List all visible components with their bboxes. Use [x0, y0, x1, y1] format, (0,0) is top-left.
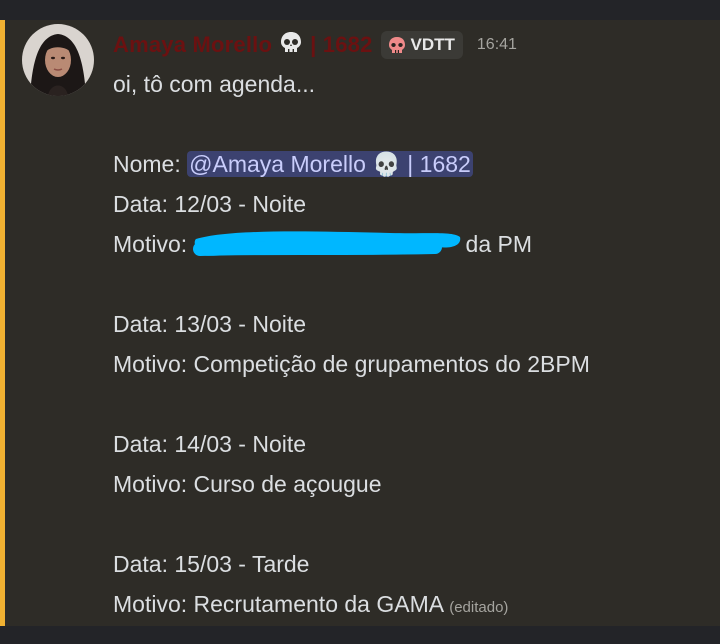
- avatar[interactable]: [22, 24, 94, 96]
- motivo-tail: da PM: [465, 231, 533, 257]
- username[interactable]: Amaya Morello: [113, 32, 272, 58]
- message-line: Motivo: Curso de açougue: [113, 471, 382, 497]
- motivo-label: Motivo:: [113, 231, 194, 257]
- message-line: Data: 15/03 - Tarde: [113, 551, 310, 577]
- message-line: Data: 14/03 - Noite: [113, 431, 307, 457]
- message-line: Data: 13/03 - Noite: [113, 311, 307, 337]
- edited-label[interactable]: (editado): [449, 599, 508, 616]
- message-line-motivo: Motivo: da PM: [113, 224, 703, 264]
- chat-message[interactable]: Amaya Morello | 1682 VDTT 16:41 oi, tô c…: [0, 20, 720, 626]
- guild-tag[interactable]: VDTT: [380, 31, 463, 59]
- nome-label: Nome:: [113, 151, 188, 177]
- top-bar: [0, 0, 720, 20]
- mention-highlight-bar: [0, 20, 5, 626]
- message-line: oi, tô com agenda...: [113, 71, 316, 97]
- message-line-last: Motivo: Recrutamento da GAMA (editado): [113, 584, 703, 624]
- pig-skull-icon: [388, 37, 405, 53]
- username-suffix[interactable]: | 1682: [310, 32, 372, 58]
- guild-tag-label: VDTT: [410, 35, 455, 54]
- message-content: oi, tô com agenda... Nome: @Amaya Morell…: [113, 64, 703, 624]
- message-line: Data: 12/03 - Noite: [113, 191, 307, 217]
- bottom-bar: [0, 626, 720, 644]
- timestamp[interactable]: 16:41: [477, 36, 517, 54]
- message-header: Amaya Morello | 1682 VDTT 16:41: [113, 28, 517, 62]
- user-mention[interactable]: @Amaya Morello 💀 | 1682: [187, 151, 473, 177]
- redaction-scribble: [192, 231, 466, 261]
- motivo-text: Motivo: Recrutamento da GAMA: [113, 591, 450, 617]
- skull-icon: [278, 30, 304, 61]
- message-line: Motivo: Competição de grupamentos do 2BP…: [113, 351, 590, 377]
- message-line-nome: Nome: @Amaya Morello 💀 | 1682: [113, 144, 703, 184]
